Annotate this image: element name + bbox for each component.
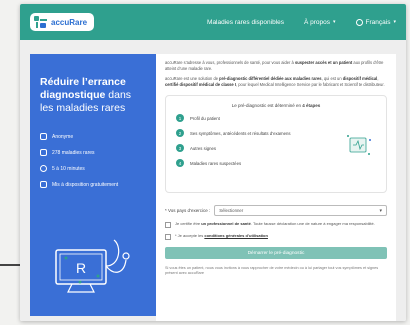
main-panel: accuRare s’adresse à vous, professionnel… <box>156 54 396 321</box>
diagnosis-illustration <box>347 135 371 155</box>
nav-link-maladies[interactable]: Maladies rares disponibles <box>207 19 284 26</box>
language-selector[interactable]: Français ▾ <box>355 18 396 26</box>
step-item: 4 Maladies rares suspectées <box>176 159 376 167</box>
page-content: Réduire l’errance diagnostique dans les … <box>20 40 406 321</box>
country-row: * Vos pays d’exercice : Sélectionner ▾ <box>165 205 387 216</box>
feature-item: 5 à 10 minutes <box>40 165 146 172</box>
step-number-icon: 1 <box>176 114 184 122</box>
steps-title: Le pré-diagnostic est déterminé en 4 éta… <box>231 103 321 108</box>
nav-links: Maladies rares disponibles À propos ▾ Fr… <box>207 18 396 26</box>
country-select[interactable]: Sélectionner ▾ <box>214 205 387 216</box>
browser-window: accuRare Maladies rares disponibles À pr… <box>20 4 406 321</box>
clock-icon <box>40 165 47 172</box>
feature-item: Anonyme <box>40 133 146 140</box>
svg-text:R: R <box>76 260 86 276</box>
terms-checkbox[interactable] <box>165 234 171 240</box>
intro-paragraph: accuRare s’adresse à vous, professionnel… <box>165 60 384 71</box>
chevron-down-icon: ▾ <box>393 19 396 25</box>
disease-list-icon <box>40 149 47 156</box>
computer-stethoscope-illustration: R <box>55 239 130 293</box>
step-number-icon: 2 <box>176 129 184 137</box>
nav-link-a-propos[interactable]: À propos ▾ <box>304 19 336 26</box>
feature-item: Mis à disposition gratuitement <box>40 181 146 188</box>
logo[interactable]: accuRare <box>30 13 94 31</box>
free-icon <box>40 181 47 188</box>
globe-icon <box>355 18 363 26</box>
start-prediagnostic-button[interactable]: Démarrer le pré-diagnostic <box>165 247 387 259</box>
professional-checkbox[interactable] <box>165 222 171 228</box>
terms-check-row: * Je accepte les conditions générales d’… <box>165 233 387 240</box>
chevron-down-icon: ▾ <box>379 207 382 214</box>
description-paragraph: accuRare est une solution de pré-diagnos… <box>165 76 385 87</box>
top-nav: accuRare Maladies rares disponibles À pr… <box>20 4 406 40</box>
anonymous-icon <box>40 133 47 140</box>
professional-check-row: Je certifie être un professionnel de san… <box>165 221 387 228</box>
logo-mark-icon <box>34 16 48 28</box>
logo-text: accuRare <box>51 17 88 27</box>
steps-box: Le pré-diagnostic est déterminé en 4 éta… <box>165 95 387 193</box>
feature-item: 278 maladies rares <box>40 149 146 156</box>
feature-list: Anonyme 278 maladies rares 5 à 10 minute… <box>40 133 146 188</box>
chevron-down-icon: ▾ <box>333 19 336 25</box>
hero-headline: Réduire l’errance diagnostique dans les … <box>40 76 132 114</box>
step-number-icon: 3 <box>176 144 184 152</box>
step-item: 1 Profil du patient <box>176 114 376 122</box>
patient-footnote: Si vous êtes un patient, nous vous invit… <box>165 266 379 275</box>
hero-panel: Réduire l’errance diagnostique dans les … <box>30 54 156 316</box>
terms-link[interactable]: conditions générales d’utilisation <box>204 233 268 238</box>
step-number-icon: 4 <box>176 159 184 167</box>
